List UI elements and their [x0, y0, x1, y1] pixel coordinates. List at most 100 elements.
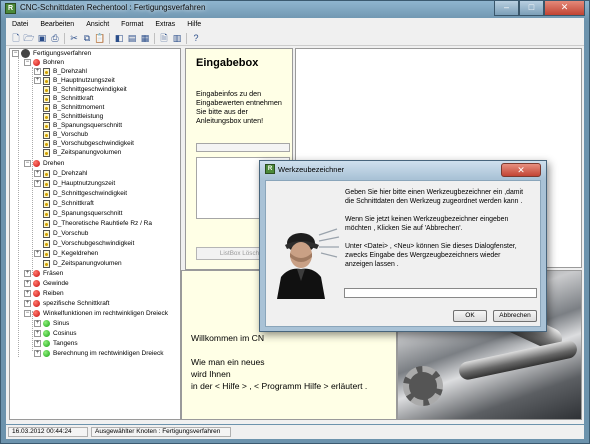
menu-extras[interactable]: Extras — [149, 18, 181, 31]
tree-view[interactable]: − Fertigungsverfahren − Bohren + B_Drehza… — [9, 48, 181, 420]
tree-node-root[interactable]: − Fertigungsverfahren — [12, 49, 91, 58]
expand-icon[interactable]: + — [24, 300, 31, 307]
minimize-button[interactable]: – — [494, 1, 519, 16]
tree-item[interactable]: + Tangens — [34, 339, 78, 348]
tree-item[interactable]: B_Schnittmoment — [43, 103, 104, 112]
collapse-icon[interactable]: − — [24, 310, 31, 317]
expand-icon[interactable]: + — [34, 350, 41, 357]
expand-icon[interactable]: + — [34, 340, 41, 347]
tree-item[interactable]: D_Spanungsquerschnitt — [43, 209, 122, 218]
expand-icon[interactable]: + — [34, 250, 41, 257]
welcome-line: Wie man ein neues — [191, 357, 265, 367]
expand-icon[interactable]: + — [34, 330, 41, 337]
tree-item[interactable]: B_Vorschubgeschwindigkeit — [43, 139, 134, 148]
preview-icon[interactable]: 🗎 — [158, 32, 170, 44]
tree-item[interactable]: B_Schnittgeschwindigkeit — [43, 85, 127, 94]
tree-node-fraesen[interactable]: + Fräsen — [24, 269, 63, 278]
help-icon[interactable]: ? — [190, 32, 202, 44]
menu-datei[interactable]: Datei — [6, 18, 34, 31]
document-icon — [43, 249, 50, 258]
tree-item[interactable]: + Sinus — [34, 319, 69, 328]
copy-icon[interactable]: ⧉ — [81, 32, 93, 44]
expand-icon[interactable]: + — [24, 280, 31, 287]
dialog-text: die Schnittdaten den Werkzeug zugeordnet… — [345, 198, 523, 205]
tree-item[interactable]: B_Schnittkraft — [43, 94, 93, 103]
print-icon[interactable]: ⎙ — [49, 32, 61, 44]
document-icon — [43, 94, 50, 103]
document-icon — [43, 67, 50, 76]
menu-format[interactable]: Format — [115, 18, 149, 31]
dialog-text: anzeigen lassen . — [345, 261, 399, 268]
calc-icon[interactable]: ▥ — [171, 32, 183, 44]
tree-item[interactable]: B_Vorschub — [43, 130, 88, 139]
document-icon — [43, 259, 50, 268]
menu-ansicht[interactable]: Ansicht — [80, 18, 115, 31]
menu-bearbeiten[interactable]: Bearbeiten — [34, 18, 80, 31]
tree-node-schnittkraft[interactable]: + spezifische Schnittkraft — [24, 299, 109, 308]
tree-item[interactable]: D_Zeitspanungvolumen — [43, 259, 122, 268]
tree-item[interactable]: D_Schnittkraft — [43, 199, 94, 208]
tree-item[interactable]: B_Schnittleistung — [43, 112, 103, 121]
tree-node-reiben[interactable]: + Reiben — [24, 289, 64, 298]
tree-item[interactable]: + Cosinus — [34, 329, 76, 338]
tree-item[interactable]: + D_Hauptnutzungszeit — [34, 179, 115, 188]
tree-item-label: B_Zeitspanungvolumen — [53, 149, 122, 156]
toolbar: 🗋 🗁 ▣ ⎙ ✂ ⧉ 📋 ◧ ▤ ▦ 🗎 ▥ ? — [6, 31, 584, 46]
grid-icon[interactable]: ▦ — [139, 32, 151, 44]
tree-item[interactable]: B_Spanungsquerschnitt — [43, 121, 122, 130]
tree-item-label: Tangens — [53, 340, 78, 347]
collapse-icon[interactable]: − — [24, 160, 31, 167]
tree-item-label: D_Hauptnutzungszeit — [53, 180, 116, 187]
open-folder-icon[interactable]: 🗁 — [23, 32, 35, 44]
expand-icon[interactable]: + — [34, 180, 41, 187]
tree-item[interactable]: + D_Drehzahl — [34, 169, 87, 178]
ok-button[interactable]: OK — [453, 310, 487, 322]
tree-item-label: Cosinus — [53, 330, 77, 337]
bold-icon[interactable]: ◧ — [113, 32, 125, 44]
tree-node-drehen[interactable]: − Drehen — [24, 159, 64, 168]
paste-icon[interactable]: 📋 — [94, 32, 106, 44]
tree-item[interactable]: B_Zeitspanungvolumen — [43, 148, 121, 157]
tree-item[interactable]: D_Vorschubgeschwindigkeit — [43, 239, 134, 248]
input-field[interactable] — [196, 143, 290, 152]
expand-icon[interactable]: + — [34, 68, 41, 75]
expand-icon[interactable]: + — [34, 77, 41, 84]
document-icon — [43, 139, 50, 148]
new-file-icon[interactable]: 🗋 — [10, 32, 22, 44]
tree-item[interactable]: + B_Drehzahl — [34, 67, 87, 76]
expand-icon[interactable]: + — [34, 320, 41, 327]
tree-node-winkel[interactable]: − Winkelfunktionen im rechtwinkligen Drei… — [24, 309, 168, 318]
cancel-button[interactable]: Abbrechen — [493, 310, 537, 322]
dialog-close-button[interactable]: ✕ — [501, 163, 541, 177]
document-icon — [43, 229, 50, 238]
tree-node-gewinde[interactable]: + Gewinde — [24, 279, 69, 288]
tool-name-input[interactable] — [344, 288, 537, 298]
tree-node-bohren[interactable]: − Bohren — [24, 58, 64, 67]
tree-item[interactable]: D_Theoretische Rauhtiefe Rz / Ra — [43, 219, 152, 228]
dialog-body: Geben Sie hier bitte einen Werkzeugbezei… — [265, 180, 541, 327]
menu-hilfe[interactable]: Hilfe — [181, 18, 207, 31]
maximize-button[interactable]: □ — [519, 1, 544, 16]
tree-item[interactable]: + B_Hauptnutzungszeit — [34, 76, 115, 85]
red-dot-icon — [33, 270, 40, 277]
tree-item-label: Fertigungsverfahren — [33, 50, 92, 57]
tree-item-label: D_Drehzahl — [53, 170, 88, 177]
cut-icon[interactable]: ✂ — [68, 32, 80, 44]
expand-icon[interactable]: + — [24, 290, 31, 297]
tree-item[interactable]: + Berechnung im rechtwinkligen Dreieck — [34, 349, 164, 358]
close-button[interactable]: ✕ — [544, 1, 585, 16]
save-icon[interactable]: ▣ — [36, 32, 48, 44]
tree-item[interactable]: D_Schnittgeschwindigkeit — [43, 189, 127, 198]
collapse-icon[interactable]: − — [24, 59, 31, 66]
tree-item[interactable]: D_Vorschub — [43, 229, 88, 238]
tree-item-label: Sinus — [53, 320, 70, 327]
dialog-text: möchten , Klicken Sie auf 'Abbrechen'. — [345, 225, 463, 232]
status-datetime: 16.03.2012 00:44:24 — [8, 427, 88, 437]
collapse-icon[interactable]: − — [12, 50, 19, 57]
tree-item[interactable]: + D_Kegeldrehen — [34, 249, 98, 258]
tree-item-label: B_Vorschub — [53, 131, 89, 138]
image-icon[interactable]: ▤ — [126, 32, 138, 44]
expand-icon[interactable]: + — [24, 270, 31, 277]
expand-icon[interactable]: + — [34, 170, 41, 177]
document-icon — [43, 76, 50, 85]
